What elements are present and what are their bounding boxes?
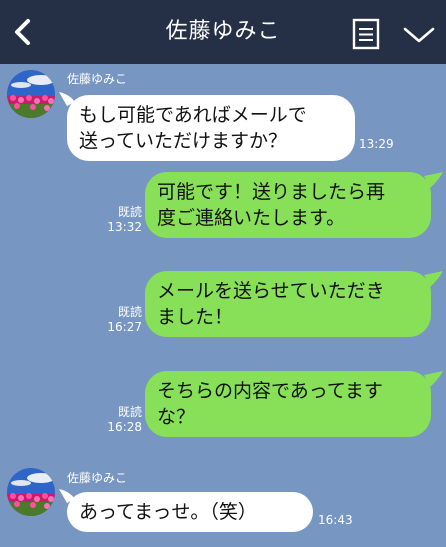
bubble-tail xyxy=(424,172,443,188)
bubble-tail xyxy=(424,271,443,287)
read-label: 既読 xyxy=(117,305,142,319)
message-line: そちらの内容であってます xyxy=(157,380,383,402)
avatar[interactable] xyxy=(7,70,55,118)
read-label: 既読 xyxy=(117,205,142,219)
message-time: 13:29 xyxy=(359,137,394,151)
tulip-field-image xyxy=(7,70,55,118)
message-line: ました！ xyxy=(157,306,234,328)
message-line: もし可能であればメールで xyxy=(79,104,307,126)
read-receipt: 既読 16:27 xyxy=(104,305,142,335)
message-line: 送っていただけますか？ xyxy=(79,130,288,152)
message-time: 16:43 xyxy=(318,513,353,527)
message-bubble[interactable]: そちらの内容であってます な？ xyxy=(145,371,431,437)
message-line: あってまっせ。（笑） xyxy=(79,501,257,523)
message-bubble[interactable]: あってまっせ。（笑） xyxy=(67,492,313,532)
avatar[interactable] xyxy=(7,468,55,516)
message-line: 可能です！送りましたら再 xyxy=(157,181,386,203)
chevron-down-icon xyxy=(403,27,435,43)
message-time: 16:27 xyxy=(107,320,142,334)
read-receipt: 既読 16:28 xyxy=(104,405,142,435)
tulip-field-image xyxy=(7,468,55,516)
expand-menu-button[interactable] xyxy=(402,24,436,46)
notes-button[interactable] xyxy=(351,17,381,51)
read-receipt: 既読 13:32 xyxy=(104,205,142,235)
bubble-tail xyxy=(424,371,443,387)
sender-name: 佐藤ゆみこ xyxy=(67,72,128,86)
message-time: 16:28 xyxy=(107,420,142,434)
message-bubble[interactable]: もし可能であればメールで 送っていただけますか？ xyxy=(67,95,355,161)
message-line: メールを送らせていただき xyxy=(157,280,385,302)
message-bubble[interactable]: 可能です！送りましたら再 度ご連絡いたします。 xyxy=(145,172,431,238)
message-line: 度ご連絡いたします。 xyxy=(157,207,346,229)
chat-header: 佐藤ゆみこ xyxy=(0,0,446,64)
read-label: 既読 xyxy=(117,405,142,419)
message-time: 13:32 xyxy=(107,220,142,234)
sender-name: 佐藤ゆみこ xyxy=(67,471,128,485)
notes-icon xyxy=(352,18,380,50)
message-bubble[interactable]: メールを送らせていただき ました！ xyxy=(145,271,431,337)
message-line: な？ xyxy=(157,406,196,428)
